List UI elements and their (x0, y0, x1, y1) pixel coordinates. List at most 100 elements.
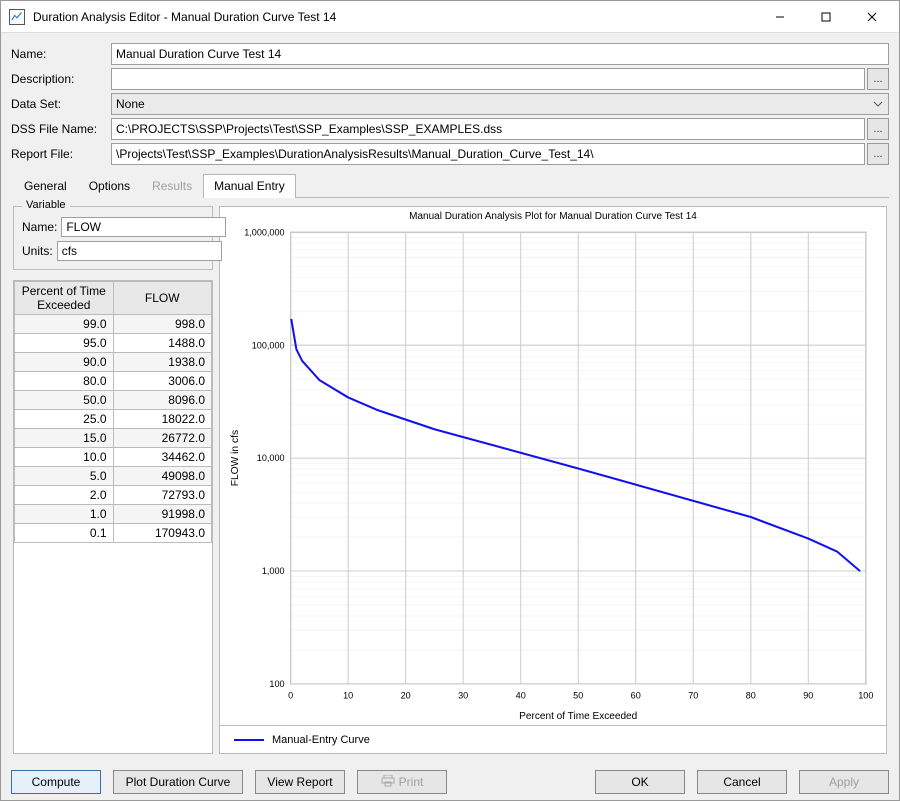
table-row[interactable]: 15.026772.0 (15, 429, 212, 448)
body: Name: Description: ... Data Set: None DS… (1, 33, 899, 764)
table-row[interactable]: 1.091998.0 (15, 505, 212, 524)
chart-area: 1001,00010,000100,0001,000,0000102030405… (220, 222, 886, 725)
name-input[interactable] (111, 43, 889, 65)
cell-flow[interactable]: 998.0 (113, 315, 212, 334)
maximize-button[interactable] (803, 1, 849, 33)
apply-button: Apply (799, 770, 889, 794)
dssfile-label: DSS File Name: (11, 122, 111, 136)
table-row[interactable]: 50.08096.0 (15, 391, 212, 410)
tab-strip: General Options Results Manual Entry (13, 173, 889, 198)
svg-text:Percent of Time Exceeded: Percent of Time Exceeded (519, 711, 637, 722)
cell-percent[interactable]: 10.0 (15, 448, 114, 467)
svg-text:10,000: 10,000 (257, 453, 285, 463)
table-row[interactable]: 90.01938.0 (15, 353, 212, 372)
variable-legend: Variable (22, 199, 70, 211)
cell-flow[interactable]: 1938.0 (113, 353, 212, 372)
description-ellipsis-button[interactable]: ... (867, 68, 889, 90)
svg-text:1,000,000: 1,000,000 (244, 227, 284, 237)
description-input[interactable] (111, 68, 865, 90)
tab-manual-entry[interactable]: Manual Entry (203, 174, 296, 198)
svg-text:10: 10 (343, 690, 353, 700)
compute-button[interactable]: Compute (11, 770, 101, 794)
cell-flow[interactable]: 49098.0 (113, 467, 212, 486)
table-row[interactable]: 99.0998.0 (15, 315, 212, 334)
minimize-button[interactable] (757, 1, 803, 33)
close-button[interactable] (849, 1, 895, 33)
cell-flow[interactable]: 170943.0 (113, 524, 212, 543)
app-icon (9, 9, 25, 25)
cell-percent[interactable]: 25.0 (15, 410, 114, 429)
svg-text:0: 0 (288, 690, 293, 700)
titlebar: Duration Analysis Editor - Manual Durati… (1, 1, 899, 33)
cell-flow[interactable]: 91998.0 (113, 505, 212, 524)
legend-label: Manual-Entry Curve (272, 734, 370, 746)
tab-options[interactable]: Options (78, 174, 141, 198)
cell-percent[interactable]: 0.1 (15, 524, 114, 543)
cell-percent[interactable]: 1.0 (15, 505, 114, 524)
form-rows: Name: Description: ... Data Set: None DS… (11, 43, 889, 165)
view-report-button[interactable]: View Report (255, 770, 345, 794)
variable-units-input[interactable] (57, 241, 222, 261)
table-row[interactable]: 0.1170943.0 (15, 524, 212, 543)
cell-flow[interactable]: 8096.0 (113, 391, 212, 410)
table-row[interactable]: 25.018022.0 (15, 410, 212, 429)
svg-text:60: 60 (631, 690, 641, 700)
cell-flow[interactable]: 72793.0 (113, 486, 212, 505)
cell-flow[interactable]: 1488.0 (113, 334, 212, 353)
legend-line-icon (234, 739, 264, 741)
printer-icon (381, 775, 395, 790)
variable-name-label: Name: (22, 220, 57, 234)
cell-percent[interactable]: 2.0 (15, 486, 114, 505)
table-row[interactable]: 80.03006.0 (15, 372, 212, 391)
tab-general[interactable]: General (13, 174, 78, 198)
cell-percent[interactable]: 99.0 (15, 315, 114, 334)
window-controls (757, 1, 895, 33)
table-row[interactable]: 10.034462.0 (15, 448, 212, 467)
print-label: Print (399, 775, 424, 789)
cell-percent[interactable]: 15.0 (15, 429, 114, 448)
chart-legend: Manual-Entry Curve (220, 725, 886, 753)
cell-percent[interactable]: 5.0 (15, 467, 114, 486)
description-label: Description: (11, 72, 111, 86)
dssfile-browse-button[interactable]: ... (867, 118, 889, 140)
svg-text:70: 70 (688, 690, 698, 700)
footer: Compute Plot Duration Curve View Report … (1, 764, 899, 800)
col-flow: FLOW (113, 282, 212, 315)
window-title: Duration Analysis Editor - Manual Durati… (33, 10, 757, 24)
variable-units-label: Units: (22, 244, 53, 258)
svg-text:90: 90 (803, 690, 813, 700)
cell-percent[interactable]: 80.0 (15, 372, 114, 391)
cell-percent[interactable]: 50.0 (15, 391, 114, 410)
table-row[interactable]: 5.049098.0 (15, 467, 212, 486)
chart-panel: Manual Duration Analysis Plot for Manual… (219, 206, 887, 754)
svg-text:80: 80 (746, 690, 756, 700)
reportfile-input[interactable] (111, 143, 865, 165)
dataset-combo[interactable]: None (111, 93, 889, 115)
cancel-button[interactable]: Cancel (697, 770, 787, 794)
cell-flow[interactable]: 18022.0 (113, 410, 212, 429)
svg-text:FLOW in cfs: FLOW in cfs (230, 430, 241, 486)
table-row[interactable]: 2.072793.0 (15, 486, 212, 505)
cell-percent[interactable]: 95.0 (15, 334, 114, 353)
cell-flow[interactable]: 26772.0 (113, 429, 212, 448)
dssfile-input[interactable] (111, 118, 865, 140)
ok-button[interactable]: OK (595, 770, 685, 794)
cell-flow[interactable]: 3006.0 (113, 372, 212, 391)
reportfile-label: Report File: (11, 147, 111, 161)
table-row[interactable]: 95.01488.0 (15, 334, 212, 353)
variable-name-input[interactable] (61, 217, 226, 237)
dataset-value: None (116, 97, 145, 111)
chart-title: Manual Duration Analysis Plot for Manual… (220, 207, 886, 222)
plot-duration-curve-button[interactable]: Plot Duration Curve (113, 770, 243, 794)
chevron-down-icon (872, 98, 884, 110)
cell-flow[interactable]: 34462.0 (113, 448, 212, 467)
svg-text:100: 100 (269, 679, 284, 689)
print-button: Print (357, 770, 447, 794)
svg-text:40: 40 (516, 690, 526, 700)
cell-percent[interactable]: 90.0 (15, 353, 114, 372)
col-percent: Percent of Time Exceeded (15, 282, 114, 315)
name-label: Name: (11, 47, 111, 61)
app-window: Duration Analysis Editor - Manual Durati… (0, 0, 900, 801)
duration-table[interactable]: Percent of Time Exceeded FLOW 99.0998.09… (13, 280, 213, 754)
reportfile-browse-button[interactable]: ... (867, 143, 889, 165)
